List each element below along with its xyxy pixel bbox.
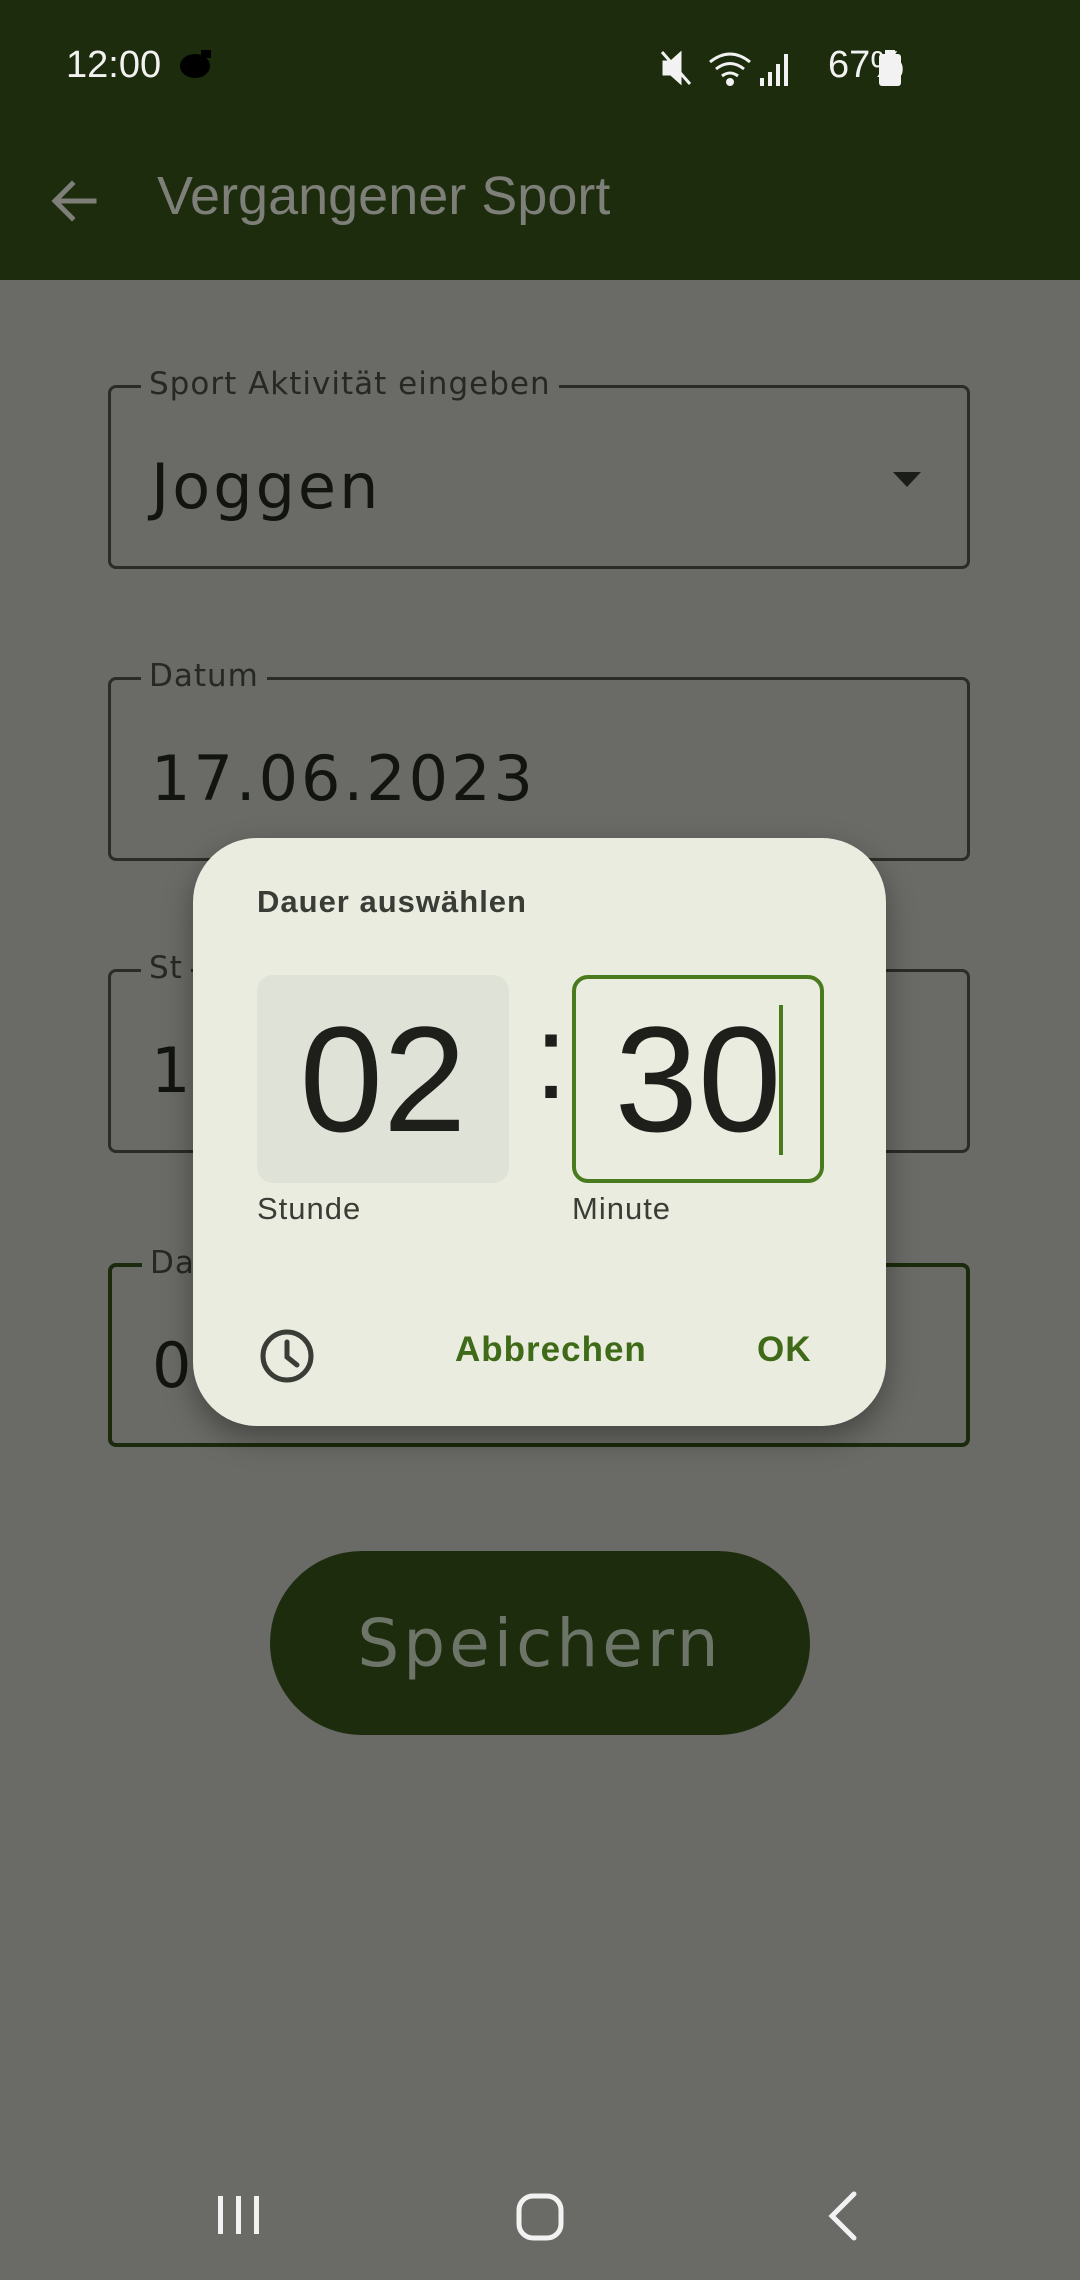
sport-activity-dropdown[interactable]: Sport Aktivität eingeben Joggen [108,366,970,569]
page-title: Vergangener Sport [157,166,611,226]
sport-activity-label: Sport Aktivität eingeben [141,366,559,402]
home-icon[interactable] [515,2192,565,2242]
hour-label: Stunde [257,1191,362,1226]
dialog-title: Dauer auswählen [257,884,527,919]
app-bar: Vergangener Sport [0,135,1080,280]
duration-value: 0 [152,1329,195,1402]
date-value: 17.06.2023 [151,742,536,815]
dropdown-arrow-icon [893,472,921,487]
date-field[interactable]: Datum 17.06.2023 [108,658,970,861]
arrow-left-icon[interactable] [48,175,100,227]
recent-apps-icon[interactable] [216,2194,262,2236]
battery-icon [879,50,901,86]
minute-input[interactable]: 30 [572,975,824,1183]
status-time: 12:00 [66,44,162,86]
status-bar: 12:00 67% [0,0,1080,135]
ok-button[interactable]: OK [757,1330,812,1370]
clock-icon[interactable] [259,1328,315,1384]
cancel-button[interactable]: Abbrechen [455,1330,647,1370]
duration-picker-dialog: Dauer auswählen 02 : 30 Stunde Minute Ab… [193,838,886,1426]
minute-label: Minute [572,1191,672,1226]
back-icon[interactable] [826,2190,860,2242]
sport-activity-value: Joggen [151,450,382,523]
hour-input[interactable]: 02 [257,975,509,1183]
date-label: Datum [141,658,267,694]
start-time-label: St [141,950,191,986]
signal-icon [760,54,788,86]
save-button[interactable]: Speichern [270,1551,810,1735]
system-nav-bar [0,2150,1080,2280]
text-cursor [779,1005,783,1155]
wifi-icon [709,52,751,86]
notification-icon [180,50,211,78]
mute-icon [660,50,692,86]
